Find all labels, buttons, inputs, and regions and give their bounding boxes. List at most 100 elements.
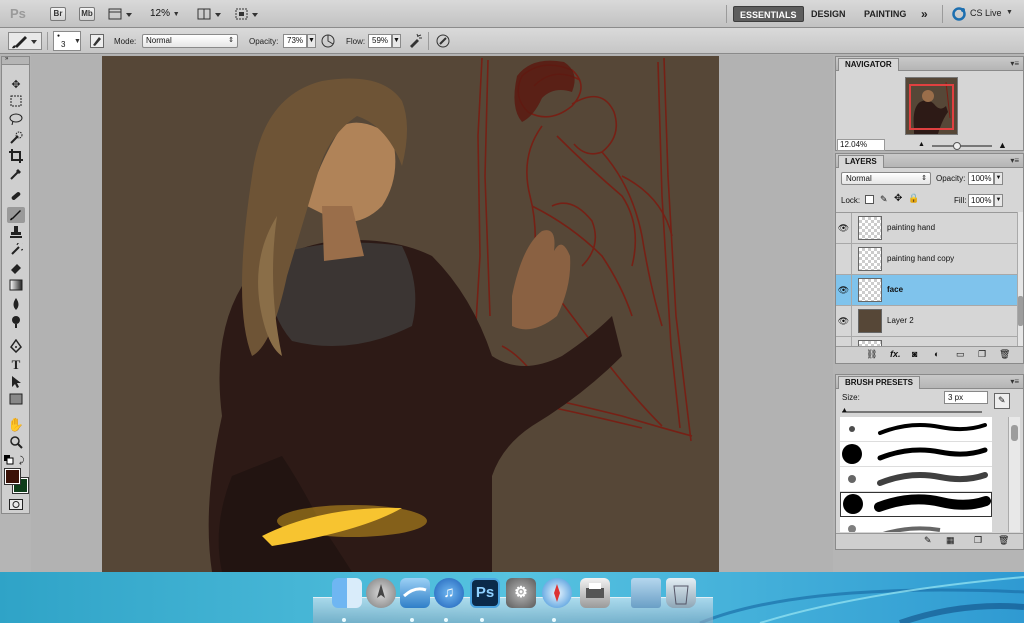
brush-size-slider[interactable] [842, 411, 982, 413]
zoom-tool-icon[interactable] [7, 435, 25, 451]
eye-icon[interactable]: 👁 [836, 306, 852, 336]
cs-live-menu[interactable]: CS Live ▼ [952, 6, 1014, 22]
printer-icon[interactable] [580, 578, 610, 608]
lasso-tool-icon[interactable] [7, 113, 25, 129]
visibility-toggle[interactable] [836, 337, 852, 346]
eye-icon[interactable]: 👁 [836, 275, 852, 305]
photoshop-dock-icon[interactable]: Ps [470, 578, 500, 608]
folder-icon[interactable] [631, 578, 661, 608]
brush-preset-item-selected[interactable] [840, 492, 992, 517]
grid-view-icon[interactable]: ▦ [946, 535, 955, 546]
finder-icon[interactable] [332, 578, 362, 608]
layers-scrollbar[interactable] [1017, 212, 1023, 346]
navigator-zoom-input[interactable]: 12.04% [837, 139, 885, 151]
layer-opacity-slider-toggle[interactable]: ▼ [994, 172, 1003, 185]
brush-presets-scroll-thumb[interactable] [1011, 425, 1018, 441]
marquee-tool-icon[interactable] [7, 95, 25, 111]
workspace-painting[interactable]: PAINTING [864, 6, 906, 22]
zoom-level-menu[interactable]: 12% ▼ [150, 8, 190, 20]
airbrush-toggle[interactable] [407, 33, 423, 49]
brush-preset-item[interactable] [840, 442, 992, 467]
panel-menu-icon[interactable]: ▾≡ [1010, 377, 1019, 386]
brush-options-icon[interactable]: ✎ [924, 535, 932, 546]
navigator-view-box[interactable] [909, 84, 954, 130]
crop-tool-icon[interactable] [7, 149, 25, 165]
fx-icon[interactable]: fx. [890, 349, 901, 359]
toggle-brush-panel-button[interactable]: ✎ [994, 393, 1010, 409]
opacity-input[interactable]: 73% [283, 34, 307, 48]
itunes-icon[interactable]: ♫ [434, 578, 464, 608]
layers-scroll-thumb[interactable] [1018, 296, 1023, 326]
navigator-thumbnail[interactable] [905, 77, 958, 135]
move-tool-icon[interactable]: ✥ [7, 77, 25, 93]
panel-menu-icon[interactable]: ▾≡ [1010, 59, 1019, 68]
brush-panel-toggle[interactable] [90, 34, 104, 48]
blur-tool-icon[interactable] [7, 297, 25, 313]
mail-icon[interactable] [400, 578, 430, 608]
clone-stamp-tool-icon[interactable] [7, 225, 25, 241]
healing-brush-tool-icon[interactable] [7, 189, 25, 205]
brush-presets-tab[interactable]: BRUSH PRESETS [838, 376, 921, 389]
gradient-tool-icon[interactable] [7, 279, 25, 295]
fill-slider-toggle[interactable]: ▼ [994, 194, 1003, 207]
hand-tool-icon[interactable]: ✋ [7, 417, 25, 433]
default-colors-icon[interactable] [4, 455, 14, 465]
brush-preset-item[interactable] [840, 417, 992, 442]
pressure-opacity-toggle[interactable] [320, 33, 336, 49]
screen-mode-menu[interactable] [234, 7, 260, 21]
layer-row-face[interactable]: 👁 face [836, 275, 1017, 306]
layers-tab[interactable]: LAYERS [838, 155, 884, 168]
flow-input[interactable]: 59% [368, 34, 392, 48]
add-mask-icon[interactable]: ◙ [912, 349, 917, 359]
adjustment-layer-icon[interactable]: ◐ [934, 349, 939, 359]
brush-preset-item[interactable] [840, 467, 992, 492]
layer-opacity-input[interactable]: 100% [968, 172, 994, 185]
lock-image-pixels-icon[interactable]: ✎ [880, 194, 888, 205]
workspace-essentials[interactable]: ESSENTIALS [733, 6, 804, 22]
arrange-documents-menu[interactable] [197, 7, 223, 21]
layer-row-partial[interactable] [836, 337, 1017, 346]
swap-colors-icon[interactable]: ⤸ [19, 455, 24, 466]
flow-slider-toggle[interactable]: ▼ [392, 34, 401, 48]
trash-dock-icon[interactable] [666, 578, 696, 608]
layer-row-painting-hand[interactable]: 👁 painting hand [836, 213, 1017, 244]
shape-tool-icon[interactable] [7, 393, 25, 409]
new-layer-icon[interactable]: ❐ [978, 349, 986, 360]
view-extras-menu[interactable] [108, 7, 134, 21]
system-preferences-icon[interactable]: ⚙ [506, 578, 536, 608]
zoom-out-icon[interactable]: ▲ [918, 141, 925, 148]
trash-icon[interactable]: 🗑 [999, 349, 1010, 360]
opacity-slider-toggle[interactable]: ▼ [307, 34, 316, 48]
history-brush-tool-icon[interactable] [7, 241, 26, 259]
path-selection-tool-icon[interactable] [7, 375, 25, 391]
brush-size-slider-thumb[interactable]: ▲ [841, 407, 848, 414]
lock-transparent-pixels-icon[interactable] [865, 195, 874, 204]
foreground-color-swatch[interactable] [4, 468, 21, 485]
safari-icon[interactable] [542, 578, 572, 608]
navigator-zoom-thumb[interactable] [953, 142, 961, 150]
mode-dropdown[interactable]: Normal ⇕ [142, 34, 238, 48]
brush-presets-scrollbar[interactable] [1008, 417, 1020, 532]
pen-tool-icon[interactable] [7, 338, 25, 355]
navigator-zoom-slider[interactable] [932, 145, 992, 147]
tools-panel-header[interactable]: » [2, 56, 29, 65]
quick-mask-toggle[interactable] [9, 499, 23, 510]
blend-mode-dropdown[interactable]: Normal ⇕ [841, 172, 931, 185]
lock-position-icon[interactable]: ✥ [894, 193, 902, 204]
link-layers-icon[interactable]: ⛓ [866, 349, 877, 360]
document-canvas[interactable] [102, 56, 719, 572]
eraser-tool-icon[interactable] [7, 261, 25, 277]
fill-input[interactable]: 100% [968, 194, 994, 207]
eye-icon[interactable]: 👁 [836, 213, 852, 243]
launchpad-icon[interactable] [366, 578, 396, 608]
more-workspaces-button[interactable]: » [921, 6, 928, 22]
panel-menu-icon[interactable]: ▾≡ [1010, 156, 1019, 165]
eyedropper-tool-icon[interactable] [7, 167, 25, 183]
layer-row-painting-hand-copy[interactable]: painting hand copy [836, 244, 1017, 275]
brush-size-input[interactable]: 3 px [944, 391, 988, 404]
quick-selection-tool-icon[interactable] [7, 131, 25, 147]
brush-preset-item[interactable] [840, 517, 992, 532]
bridge-button[interactable]: Br [50, 7, 66, 21]
pressure-size-toggle[interactable] [435, 33, 451, 49]
brush-preset-picker[interactable]: ● 3 ▼ [53, 31, 81, 51]
